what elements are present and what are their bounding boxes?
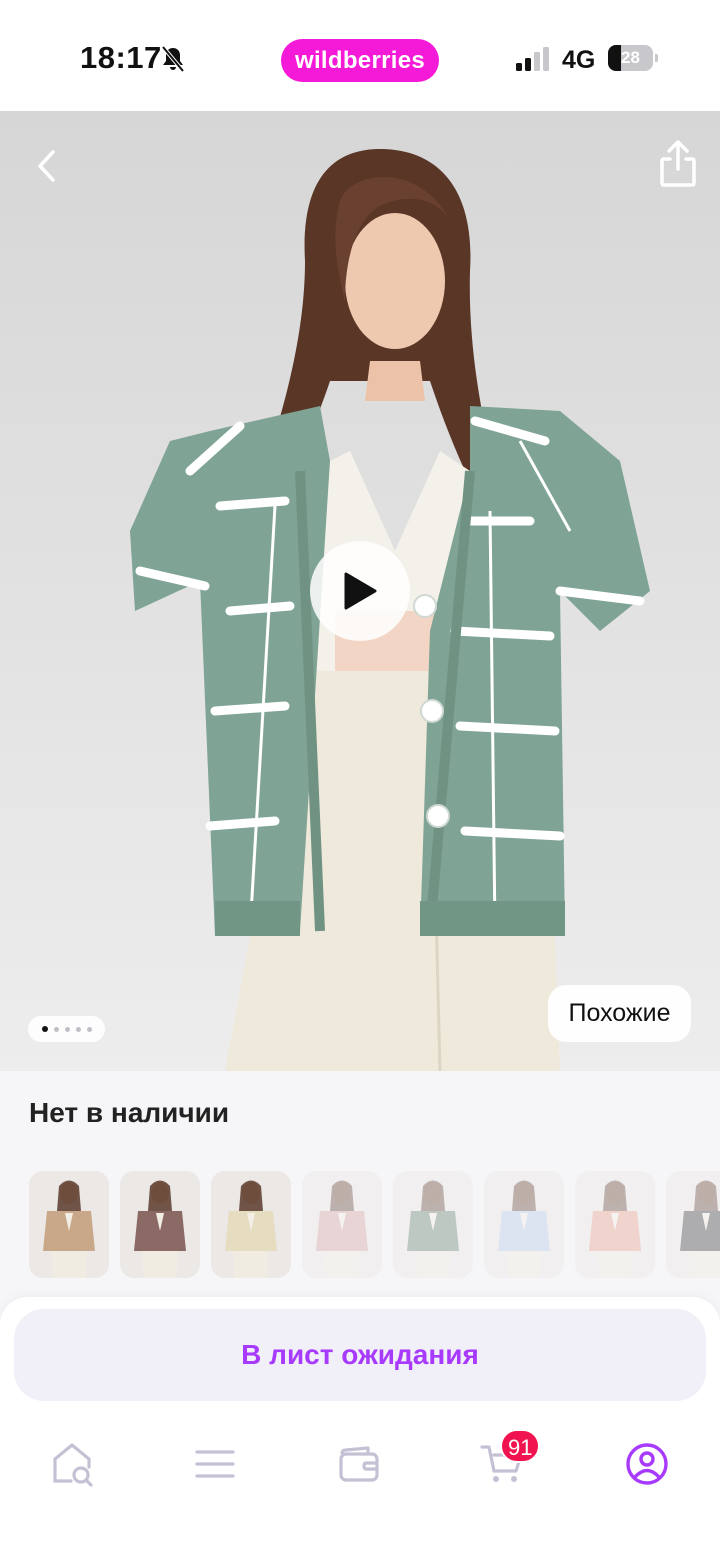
battery-level: 28	[621, 48, 640, 67]
variant-photo	[393, 1171, 473, 1278]
profile-icon	[626, 1443, 668, 1485]
variant-photo	[575, 1171, 655, 1278]
variant-thumbnail-light-blue-cardigan[interactable]	[484, 1171, 564, 1278]
wallet-icon	[339, 1446, 379, 1482]
tab-bar	[0, 1422, 720, 1512]
signal-icon	[516, 47, 549, 71]
color-variants	[29, 1171, 720, 1279]
variant-photo	[666, 1171, 720, 1278]
variant-photo	[484, 1171, 564, 1278]
share-button[interactable]	[658, 139, 698, 189]
chevron-left-icon	[38, 150, 55, 182]
product-gallery[interactable]: Похожие	[0, 111, 720, 1071]
menu-icon	[195, 1450, 235, 1478]
variant-photo	[120, 1171, 200, 1278]
variant-thumbnail-peach-check-cardigan[interactable]	[575, 1171, 655, 1278]
pagination-dot	[64, 1026, 70, 1032]
tab-profile[interactable]	[617, 1434, 677, 1494]
variant-photo	[211, 1171, 291, 1278]
pagination-dot	[86, 1026, 92, 1032]
play-icon	[344, 572, 377, 610]
tab-wallet[interactable]	[329, 1434, 389, 1494]
availability-status: Нет в наличии	[29, 1097, 230, 1128]
variant-thumbnail-green-check-cardigan[interactable]	[393, 1171, 473, 1278]
pagination-dot	[75, 1026, 81, 1032]
variant-photo	[302, 1171, 382, 1278]
network-type: 4G	[562, 46, 596, 74]
play-video-button[interactable]	[310, 541, 410, 641]
status-time: 18:17	[80, 40, 162, 75]
cart-badge: 91	[500, 1429, 541, 1463]
bell-muted-icon	[161, 45, 185, 73]
gallery-pagination	[28, 1016, 105, 1042]
pagination-dot	[41, 1026, 48, 1032]
similar-button[interactable]: Похожие	[548, 985, 691, 1042]
variant-thumbnail-cream-cardigan[interactable]	[211, 1171, 291, 1278]
tab-catalog[interactable]	[185, 1434, 245, 1494]
bottom-panel: В лист ожидания 91	[0, 1297, 720, 1565]
variant-thumbnail-dark-cardigan[interactable]	[666, 1171, 720, 1278]
variant-thumbnail-pink-check-cardigan[interactable]	[302, 1171, 382, 1278]
tab-home[interactable]	[42, 1434, 102, 1494]
status-bar: 18:17 wildberries 4G 28	[0, 0, 720, 111]
waitlist-button[interactable]: В лист ожидания	[14, 1309, 706, 1401]
variant-thumbnail-brown-cardigan[interactable]	[120, 1171, 200, 1278]
share-icon	[660, 140, 696, 187]
brand-logo[interactable]: wildberries	[281, 39, 439, 82]
battery-icon: 28	[608, 45, 658, 71]
pagination-dot	[53, 1026, 59, 1032]
variant-photo	[29, 1171, 109, 1278]
back-button[interactable]	[26, 141, 66, 191]
variant-thumbnail-beige-cardigan[interactable]	[29, 1171, 109, 1278]
home-search-icon	[53, 1443, 93, 1487]
product-page: 18:17 wildberries 4G 28 Похожие Нет в на…	[0, 0, 720, 1565]
